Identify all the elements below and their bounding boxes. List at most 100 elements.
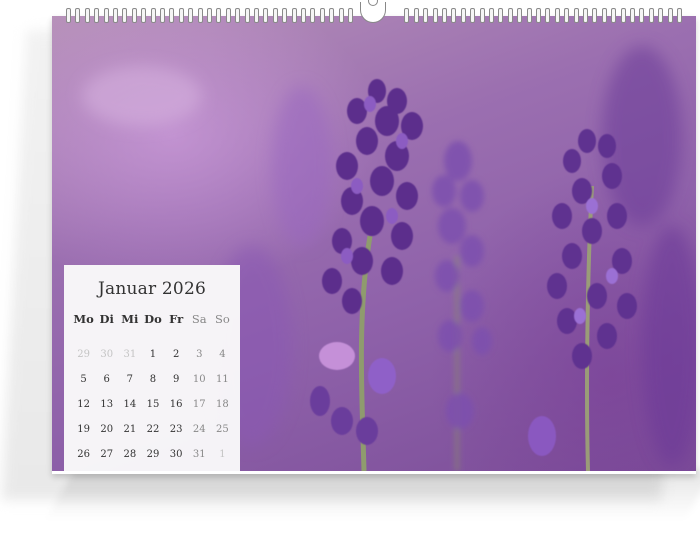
day-cell: 5 (80, 374, 87, 385)
binding-ring (479, 8, 485, 23)
binding-ring (639, 8, 645, 23)
binding-ring (338, 8, 344, 23)
binding-ring (564, 8, 570, 23)
day-cell: 10 (192, 374, 206, 385)
binding-ring (244, 8, 250, 23)
binding-ring (122, 8, 128, 23)
binding-ring (507, 8, 513, 23)
binding-ring (263, 8, 269, 23)
binding-ring (113, 8, 118, 23)
weekday-di: Di (99, 312, 114, 326)
day-cell: 6 (103, 374, 110, 385)
binding-ring (630, 8, 635, 23)
binding-ring (160, 8, 165, 23)
binding-ring (489, 8, 494, 23)
month-calendar-card: Januar 2026 Mo Di Mi Do Fr Sa So 29 30 3… (64, 265, 240, 471)
day-cell: 30 (100, 349, 114, 360)
binding-ring (188, 8, 194, 23)
binding-ring (526, 8, 532, 23)
day-cell: 12 (77, 399, 90, 410)
binding-ring (517, 8, 523, 23)
day-cell: 13 (100, 399, 114, 410)
binding-ring (254, 8, 259, 23)
day-cell: 15 (146, 399, 160, 410)
binding-ring (75, 8, 81, 23)
binding-ring (432, 8, 438, 23)
binding-ring (319, 8, 325, 23)
day-cell: 31 (123, 349, 137, 360)
floor-shadow (45, 470, 700, 520)
binding-ring (169, 8, 175, 23)
day-cell: 20 (100, 424, 114, 435)
binding-ring (235, 8, 241, 23)
binding-ring (442, 8, 447, 23)
binding-ring (272, 8, 278, 23)
binding-ring (460, 8, 466, 23)
binding-ring (66, 8, 71, 23)
day-cell: 17 (192, 399, 206, 410)
weekday-mo: Mo (73, 312, 94, 326)
day-cell: 7 (126, 374, 134, 385)
binding-ring (178, 8, 184, 23)
binding-ring (583, 8, 588, 23)
day-cell: 30 (169, 449, 183, 460)
binding-ring (282, 8, 288, 23)
binding-ring (451, 8, 457, 23)
day-cell: 29 (146, 449, 160, 460)
binding-ring (329, 8, 335, 23)
binding-ring (197, 8, 203, 23)
weekday-fr: Fr (169, 312, 184, 326)
day-cell: 2 (172, 349, 180, 360)
binding-ring (348, 8, 353, 23)
binding-ring (150, 8, 156, 23)
binding-ring (310, 8, 316, 23)
binding-ring (601, 8, 607, 23)
day-cell: 16 (169, 399, 183, 410)
right-flower (528, 129, 637, 471)
binding-ring (611, 8, 617, 23)
day-cell: 9 (172, 374, 180, 385)
day-cell: 24 (192, 424, 206, 435)
day-cell: 22 (146, 424, 160, 435)
binding-ring (536, 8, 541, 23)
day-cell: 26 (77, 449, 90, 460)
binding-ring (94, 8, 100, 23)
binding-ring (225, 8, 231, 23)
binding-ring (216, 8, 222, 23)
day-cell: 27 (100, 449, 114, 460)
binding-ring (103, 8, 109, 23)
binding-ring (658, 8, 664, 23)
day-cell: 19 (77, 424, 90, 435)
day-cell: 11 (216, 374, 229, 385)
binding-ring (545, 8, 551, 23)
binding-ring (592, 8, 598, 23)
binding-ring (141, 8, 147, 23)
day-cell: 21 (123, 424, 137, 435)
day-cell: 29 (77, 349, 90, 360)
binding-ring (620, 8, 626, 23)
day-cell: 18 (216, 399, 229, 410)
binding-ring (301, 8, 306, 23)
day-cell: 31 (192, 449, 206, 460)
binding-ring (648, 8, 654, 23)
binding-ring (131, 8, 137, 23)
calendar-grid: Mo Di Mi Do Fr Sa So 29 30 31 1 2 3 4 5 … (72, 310, 234, 467)
weekday-so: So (215, 312, 230, 326)
binding-ring (404, 8, 410, 23)
binding-ring (554, 8, 560, 23)
day-cell: 14 (123, 399, 137, 410)
binding-ring (667, 8, 673, 23)
binding-ring (677, 8, 682, 23)
binding-ring (573, 8, 579, 23)
day-cell: 8 (149, 374, 157, 385)
day-cell: 28 (123, 449, 137, 460)
weekday-mi: Mi (121, 312, 139, 326)
day-cell: 23 (169, 424, 183, 435)
mid-flower (432, 141, 492, 471)
month-title: Januar 2026 (98, 279, 206, 299)
day-cell: 1 (219, 449, 226, 460)
binding-ring (413, 8, 419, 23)
binding-ring (498, 8, 504, 23)
day-cell: 1 (149, 349, 157, 360)
weekday-do: Do (144, 312, 162, 326)
